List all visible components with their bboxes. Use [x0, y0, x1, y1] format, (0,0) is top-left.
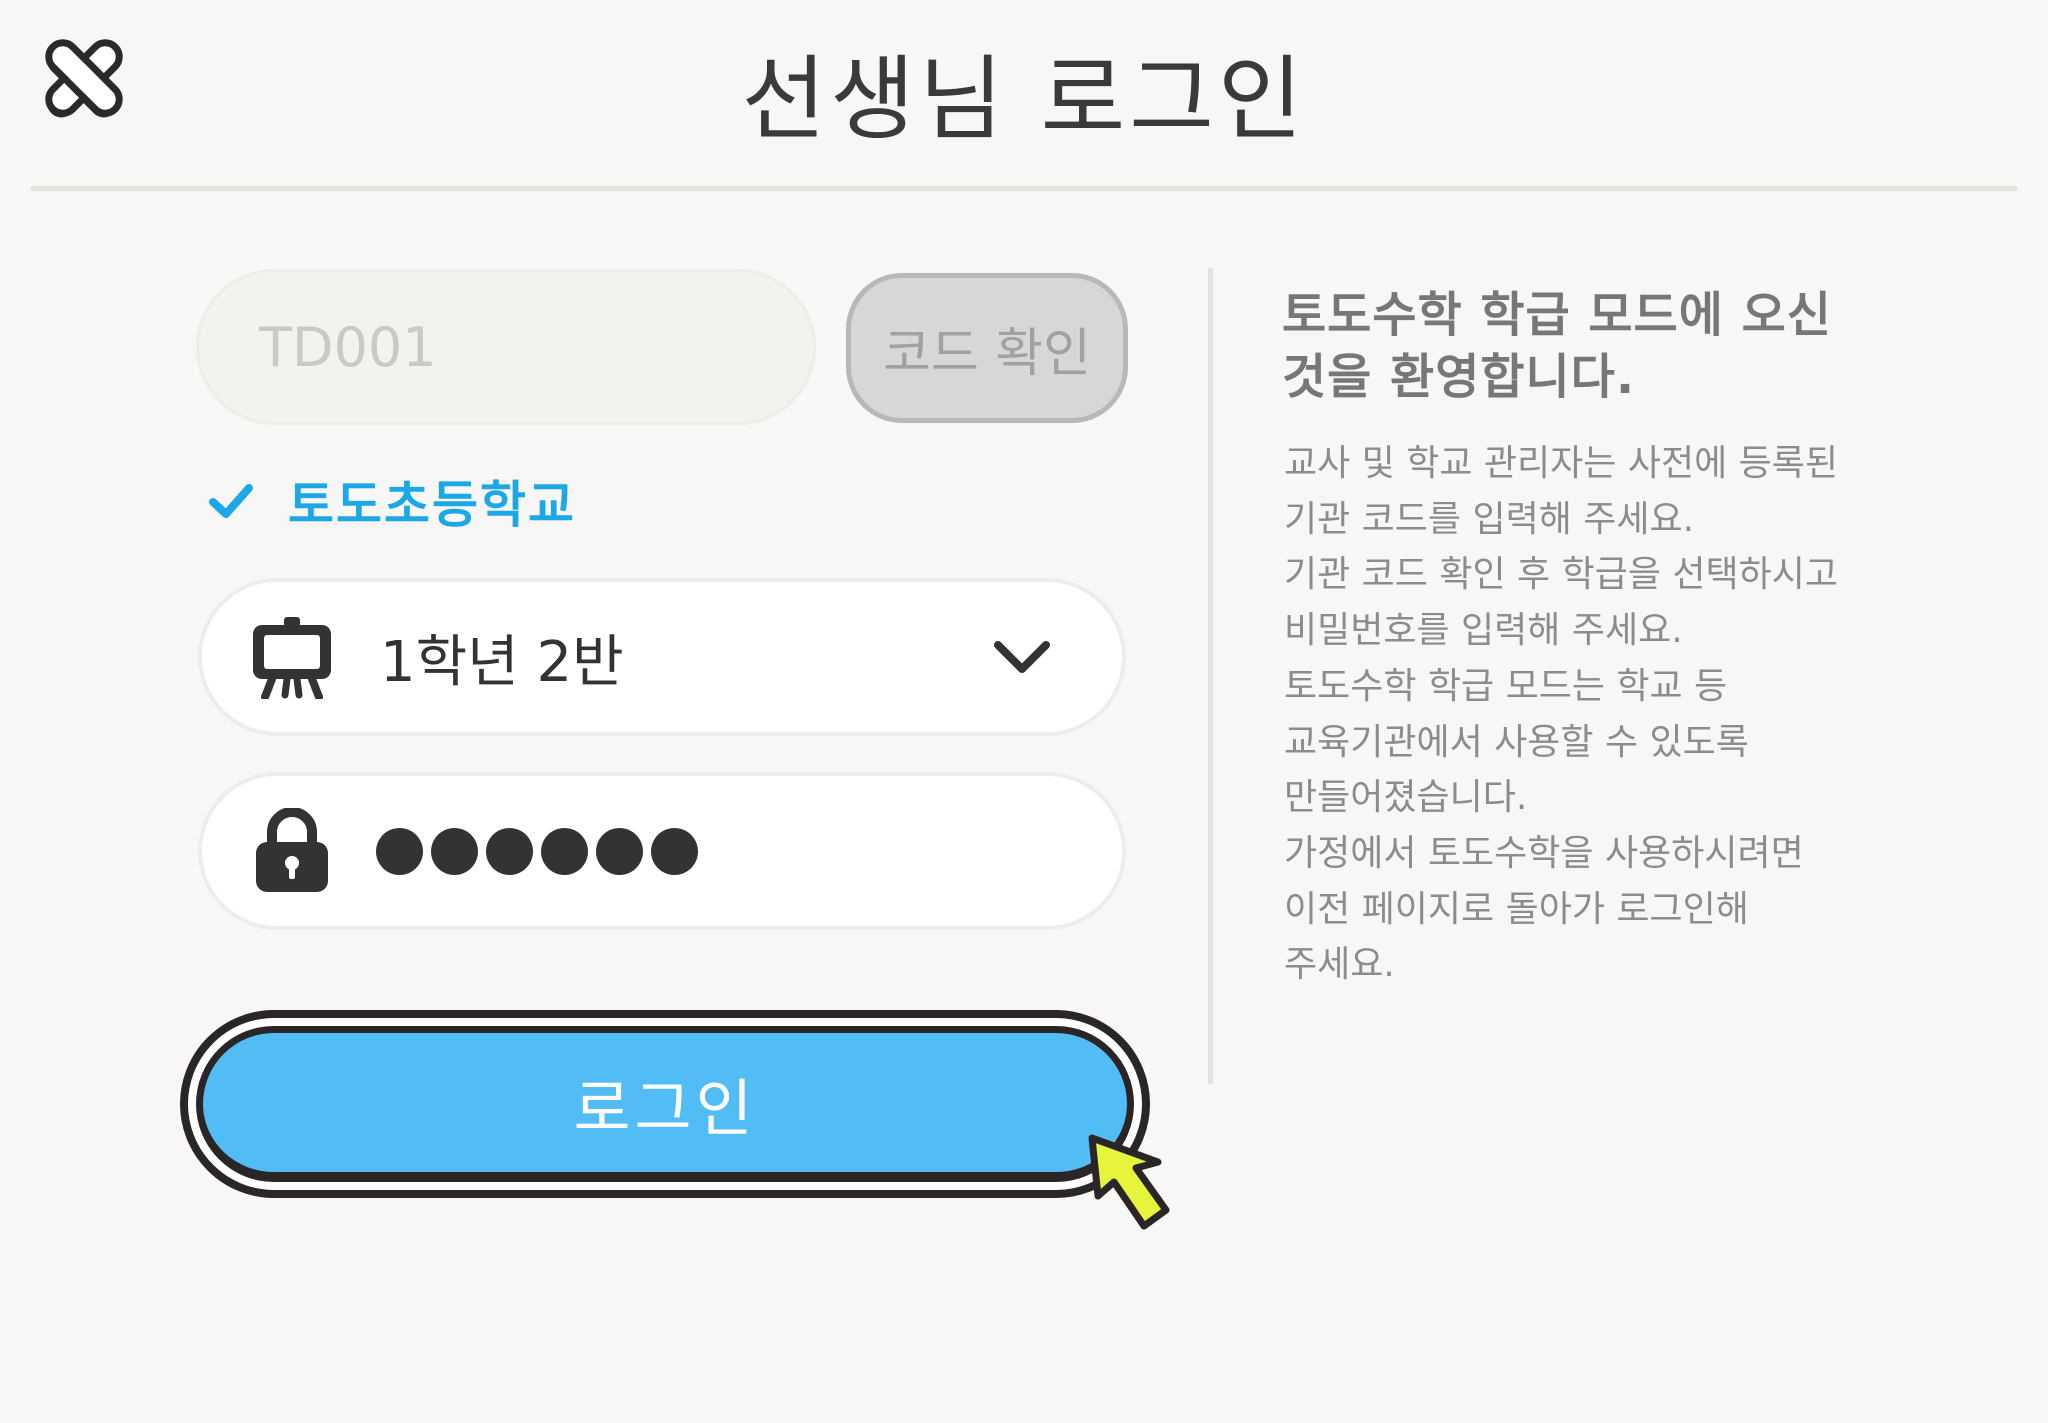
info-text: 교사 및 학교 관리자는 사전에 등록된 기관 코드를 입력해 주세요. 기관 … [1284, 436, 1924, 993]
check-icon [209, 484, 253, 518]
lock-icon [256, 808, 328, 892]
password-dot [376, 827, 423, 875]
login-label: 로그인 [573, 1071, 757, 1145]
login-button[interactable]: 로그인 [180, 1010, 1150, 1198]
password-dot [541, 827, 588, 875]
info-line: 가정에서 토도수학을 사용하시려면 [1284, 832, 1804, 874]
selected-class: 1학년 2반 [380, 629, 624, 695]
info-line: 만들어졌습니다. [1284, 777, 1528, 819]
info-line: 이전 페이지로 돌아가 로그인해 [1284, 888, 1749, 930]
password-dots [376, 827, 698, 875]
info-line: 토도수학 학급 모드는 학교 등 [1284, 665, 1728, 707]
password-dot [486, 827, 533, 875]
password-dot [431, 827, 478, 875]
password-field[interactable] [198, 772, 1126, 930]
info-line: 주세요. [1284, 944, 1395, 986]
cursor-pointer-icon [1086, 1134, 1182, 1234]
password-dot [596, 827, 643, 875]
institution-code-input[interactable] [196, 269, 816, 425]
info-line: 비밀번호를 입력해 주세요. [1284, 610, 1683, 652]
verified-school: 토도초등학교 [208, 466, 576, 536]
code-confirm-button[interactable]: 코드 확인 [846, 273, 1128, 423]
class-select[interactable]: 1학년 2반 [198, 578, 1126, 736]
chevron-down-icon [994, 641, 1050, 673]
vertical-divider [1208, 268, 1213, 1084]
header-divider [30, 186, 2018, 191]
info-line: 교사 및 학교 관리자는 사전에 등록된 [1284, 443, 1839, 484]
info-line: 기관 코드 확인 후 학급을 선택하시고 [1284, 554, 1839, 596]
welcome-title: 토도수학 학급 모드에 오신 것을 환영합니다. [1282, 287, 1832, 405]
login-button-face[interactable]: 로그인 [196, 1026, 1134, 1182]
school-name: 토도초등학교 [288, 476, 576, 534]
page-title: 선생님 로그인 [741, 46, 1307, 153]
info-line: 기관 코드를 입력해 주세요. [1284, 498, 1695, 540]
info-line: 교육기관에서 사용할 수 있도록 [1284, 721, 1749, 763]
blackboard-icon [253, 617, 331, 699]
password-dot [651, 827, 698, 875]
